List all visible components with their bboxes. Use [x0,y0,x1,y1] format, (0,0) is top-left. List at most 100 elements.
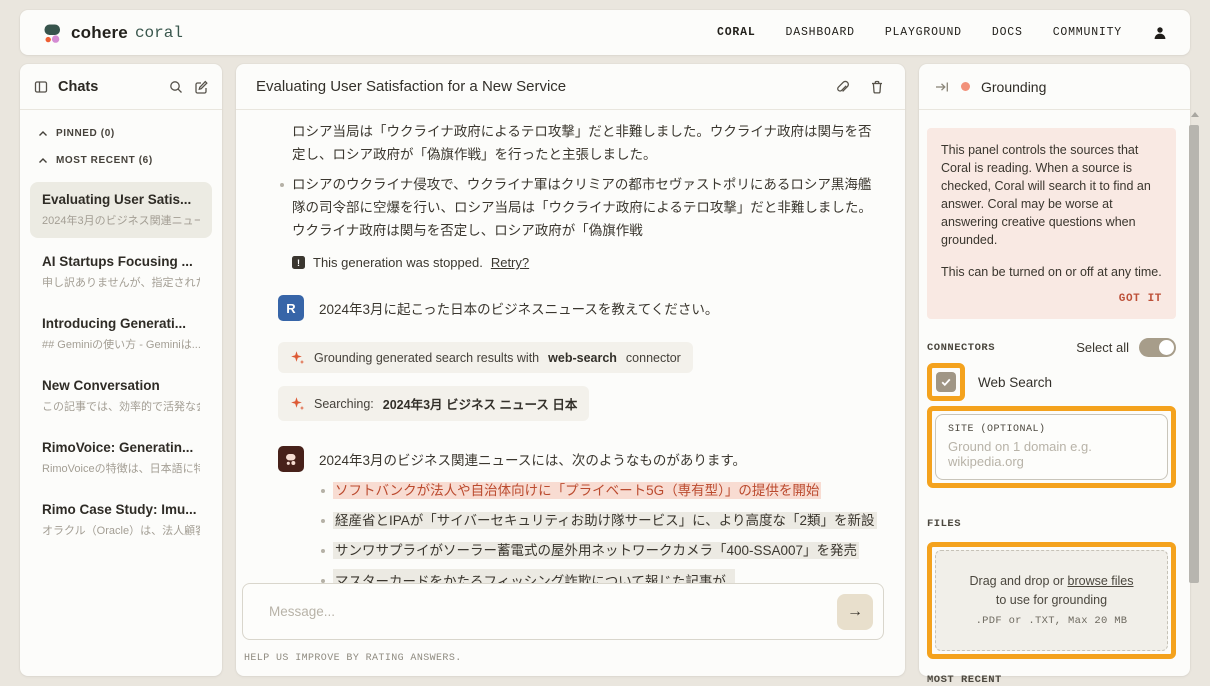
user-avatar: R [278,295,304,321]
truncated-message-list: ロシアのウクライナ侵攻で、ウクライナ軍はクリミアの都市セヴァストポリにあるロシア… [278,173,881,242]
tool-event-row: Searching: 2024年3月 ビジネス ニュース 日本 [278,386,881,421]
site-input-placeholder: Ground on 1 domain e.g. wikipedia.org [948,439,1155,469]
annotation-box-site-input: SITE (OPTIONAL) Ground on 1 domain e.g. … [927,406,1176,488]
chat-item-subtitle: 申し訳ありませんが、指定された UR... [42,274,200,290]
retry-link[interactable]: Retry? [491,255,529,270]
nav-community[interactable]: COMMUNITY [1053,26,1122,39]
cited-highlight[interactable]: ソフトバンクが法人や自治体向けに「プライベート5G（専有型）」の提供を開始 [333,482,821,499]
web-search-checkbox[interactable] [936,372,956,392]
chat-list-item[interactable]: AI Startups Focusing ... 申し訳ありませんが、指定された… [30,244,212,300]
chat-list-item[interactable]: Evaluating User Satis... 2024年3月のビジネス関連ニ… [30,182,212,238]
grounding-header: Grounding [919,64,1190,110]
cohere-logo-icon [42,22,64,44]
chevron-up-icon [38,130,48,137]
rating-hint: HELP US IMPROVE BY RATING ANSWERS. [244,653,462,664]
search-query: 2024年3月 ビジネス ニュース 日本 [383,394,578,413]
chat-header: Evaluating User Satisfaction for a New S… [236,64,905,110]
scrollbar-thumb[interactable] [1189,125,1199,583]
send-arrow-icon: → [847,603,863,621]
grounding-content: This panel controls the sources that Cor… [919,110,1190,686]
section-most-recent[interactable]: MOST RECENT (6) [38,155,204,166]
nav-playground[interactable]: PLAYGROUND [885,26,962,39]
brand-name: cohere [71,23,128,43]
chat-panel: Evaluating User Satisfaction for a New S… [236,64,905,676]
sidebar-toggle-icon[interactable] [33,79,49,95]
scrollbar[interactable] [1189,112,1200,676]
dropzone-line1: Drag and drop or browse files [944,572,1159,591]
chat-item-title: AI Startups Focusing ... [42,254,200,269]
dropzone-file-requirements: .PDF or .TXT, Max 20 MB [944,612,1159,631]
tool-connector-name: web-search [548,351,617,365]
trash-icon[interactable] [869,79,885,95]
chat-list-item[interactable]: RimoVoice: Generatin... RimoVoiceの特徴は、日本… [30,430,212,486]
chat-item-subtitle: RimoVoiceの特徴は、日本語に特... [42,460,200,476]
info-paragraph: This can be turned on or off at any time… [941,263,1162,281]
collapse-panel-icon[interactable] [934,79,950,95]
message-input[interactable] [269,604,837,619]
coral-avatar-icon [278,446,304,472]
stop-info-icon: ! [292,256,305,269]
user-icon[interactable] [1152,25,1168,41]
nav-docs[interactable]: DOCS [992,26,1023,39]
grounding-info-box: This panel controls the sources that Cor… [927,128,1176,319]
web-search-row: Web Search [927,363,1176,401]
dropzone-text: Drag and drop or [970,574,1065,588]
compose-icon[interactable] [193,79,209,95]
cited-highlight[interactable]: サンワサプライがソーラー蓄電式の屋外用ネットワークカメラ「400-SSA007」… [333,542,859,559]
search-icon[interactable] [168,79,184,95]
user-message: R 2024年3月に起こった日本のビジネスニュースを教えてください。 [278,295,881,321]
site-input-label: SITE (OPTIONAL) [948,424,1155,435]
paperclip-icon[interactable] [833,79,849,95]
sparkle-icon [290,350,305,365]
generation-stopped-notice: ! This generation was stopped. Retry? [292,255,881,270]
select-all-label: Select all [1076,340,1129,355]
connectors-row: CONNECTORS Select all [927,338,1176,357]
assistant-message: 2024年3月のビジネス関連ニュースには、次のようなものがあります。 [278,446,881,472]
section-label: MOST RECENT (6) [56,155,153,166]
chevron-up-icon [38,157,48,164]
chat-list-item[interactable]: Rimo Case Study: Imu... オラクル（Oracle）は、法人… [30,492,212,548]
sidebar-title: Chats [58,79,98,95]
searching-tool-chip: Searching: 2024年3月 ビジネス ニュース 日本 [278,386,589,421]
message-scroll-area[interactable]: ロシア当局は「ウクライナ政府によるテロ攻撃」だと非難しました。ウクライナ政府は関… [236,110,905,617]
tool-text: Searching: [314,397,374,411]
chat-title: Evaluating User Satisfaction for a New S… [256,78,813,95]
chat-item-title: Evaluating User Satis... [42,192,200,207]
chat-item-title: RimoVoice: Generatin... [42,440,200,455]
chat-list-item[interactable]: New Conversation この記事では、効率的で活発な会... [30,368,212,424]
chats-sidebar: Chats PINNED (0) MOST RECENT (6) [20,64,222,676]
select-all-toggle[interactable] [1139,338,1176,357]
chat-item-subtitle: 2024年3月のビジネス関連ニュース... [42,212,200,228]
assistant-bullet: サンワサプライがソーラー蓄電式の屋外用ネットワークカメラ「400-SSA007」… [319,539,881,562]
browse-files-link[interactable]: browse files [1068,574,1134,588]
chat-item-title: Rimo Case Study: Imu... [42,502,200,517]
chat-list-item[interactable]: Introducing Generati... ## Geminiの使い方 - … [30,306,212,362]
checkbox-check-icon [940,376,952,388]
grounding-title: Grounding [981,79,1046,95]
tool-text: connector [626,351,681,365]
product-name: coral [135,24,183,42]
cohere-coral-logo[interactable]: cohere coral [42,22,183,44]
scrollbar-up-arrow-icon[interactable] [1191,112,1199,117]
sparkle-icon [290,396,305,411]
site-input[interactable]: SITE (OPTIONAL) Ground on 1 domain e.g. … [935,414,1168,480]
cited-highlight[interactable]: 経産省とIPAが「サイバーセキュリティお助け隊サービス」に、より高度な「2類」を… [333,512,877,529]
files-label: FILES [927,518,1176,530]
stopped-text: This generation was stopped. [313,255,483,270]
info-paragraph: This panel controls the sources that Cor… [941,141,1162,249]
section-pinned[interactable]: PINNED (0) [38,128,204,139]
nav-dashboard[interactable]: DASHBOARD [786,26,855,39]
grounding-panel: Grounding This panel controls the source… [919,64,1190,676]
assistant-bullet: 経産省とIPAが「サイバーセキュリティお助け隊サービス」に、より高度な「2類」を… [319,509,881,532]
chat-item-subtitle: オラクル（Oracle）は、法人顧客... [42,522,200,538]
file-dropzone[interactable]: Drag and drop or browse files to use for… [935,550,1168,651]
dropzone-line2: to use for grounding [944,591,1159,610]
annotation-box-web-search-checkbox [927,363,965,401]
truncated-message-bullet: ロシアのウクライナ侵攻で、ウクライナ軍はクリミアの都市セヴァストポリにあるロシア… [278,173,881,242]
connectors-label: CONNECTORS [927,342,995,354]
sidebar-body: PINNED (0) MOST RECENT (6) Evaluating Us… [20,110,222,548]
top-bar: cohere coral CORAL DASHBOARD PLAYGROUND … [20,10,1190,55]
got-it-button[interactable]: GOT IT [941,290,1162,308]
send-button[interactable]: → [837,594,873,630]
nav-coral[interactable]: CORAL [717,26,756,39]
